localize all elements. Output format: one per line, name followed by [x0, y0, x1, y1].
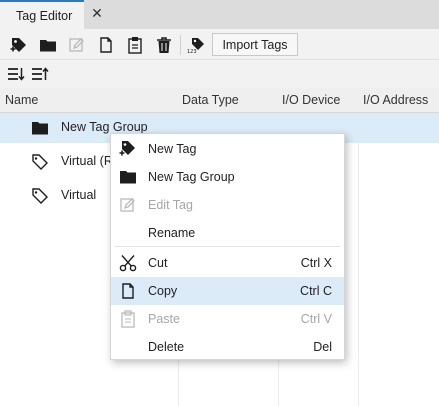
menu-item-delete[interactable]: Delete Del — [111, 333, 344, 361]
column-header-data-type[interactable]: Data Type — [182, 93, 239, 107]
menu-item-label: Delete — [148, 340, 185, 354]
toolbar: 123 Import Tags — [0, 29, 439, 60]
column-header-name[interactable]: Name — [5, 93, 38, 107]
menu-item-shortcut: Ctrl V — [300, 312, 332, 326]
menu-item-new-tag[interactable]: New Tag — [111, 135, 344, 163]
row-label: Virtual — [61, 188, 97, 202]
folder-icon — [120, 171, 136, 184]
menu-item-shortcut: Ctrl C — [300, 284, 332, 298]
menu-separator — [115, 246, 340, 247]
menu-item-new-tag-group[interactable]: New Tag Group — [111, 163, 344, 191]
import-tags-button[interactable]: Import Tags — [212, 33, 298, 56]
sort-ascending-icon — [32, 67, 49, 80]
column-header-io-address[interactable]: I/O Address — [363, 93, 428, 107]
menu-item-label: New Tag Group — [148, 170, 235, 184]
sort-ascending-button[interactable] — [29, 63, 51, 85]
delete-button[interactable] — [153, 34, 175, 56]
paste-icon — [121, 310, 135, 328]
edit-tag-button[interactable] — [66, 34, 88, 56]
row-label: New Tag Group — [61, 120, 148, 134]
import-tag-icon-button[interactable]: 123 — [185, 34, 207, 56]
add-tag-button[interactable] — [8, 34, 30, 56]
add-tag-icon — [119, 141, 135, 156]
new-group-button[interactable] — [37, 34, 59, 56]
tag-icon — [32, 188, 48, 204]
menu-item-shortcut: Del — [313, 340, 332, 354]
copy-icon — [122, 283, 134, 299]
sort-bar — [0, 60, 439, 88]
menu-item-rename[interactable]: Rename — [111, 219, 344, 247]
row-label: Virtual (R — [61, 154, 113, 168]
menu-item-copy[interactable]: Copy Ctrl C — [111, 277, 344, 305]
import-tag-icon: 123 — [187, 38, 204, 54]
menu-item-label: Edit Tag — [148, 198, 193, 212]
close-tab-icon[interactable]: ✕ — [89, 5, 105, 21]
folder-icon — [32, 122, 48, 135]
tab-strip: Tag Editor ✕ — [0, 0, 439, 29]
scissors-icon — [119, 255, 137, 272]
menu-item-shortcut: Ctrl X — [300, 256, 332, 270]
menu-item-label: Cut — [148, 256, 168, 270]
copy-icon — [100, 37, 112, 53]
menu-item-paste[interactable]: Paste Ctrl V — [111, 305, 344, 333]
svg-text:123: 123 — [187, 49, 197, 54]
tab-title: Tag Editor — [16, 8, 73, 23]
menu-item-label: Copy — [148, 284, 178, 298]
copy-button[interactable] — [95, 34, 117, 56]
menu-item-edit-tag[interactable]: Edit Tag — [111, 191, 344, 219]
paste-icon — [128, 37, 142, 54]
tag-editor-window: Tag Editor ✕ 123 Import Tags Name Data T… — [0, 0, 439, 406]
delete-icon — [157, 37, 171, 53]
tab-tag-editor[interactable]: Tag Editor — [0, 0, 84, 29]
tag-icon — [32, 154, 48, 170]
menu-item-label: Rename — [148, 226, 196, 240]
sort-descending-icon — [8, 68, 25, 81]
table-header: Name Data Type I/O Device I/O Address — [0, 88, 439, 113]
new-folder-icon — [40, 40, 56, 52]
edit-icon — [69, 38, 84, 52]
sort-descending-button[interactable] — [5, 63, 27, 85]
edit-icon — [120, 198, 135, 212]
menu-item-label: Paste — [148, 312, 180, 326]
toolbar-separator — [180, 35, 181, 55]
menu-item-cut[interactable]: Cut Ctrl X — [111, 249, 344, 277]
paste-button[interactable] — [124, 34, 146, 56]
context-menu: New Tag New Tag Group Edit Tag Rename Cu… — [110, 133, 345, 360]
menu-item-label: New Tag — [148, 142, 197, 156]
column-header-io-device[interactable]: I/O Device — [282, 93, 340, 107]
add-tag-icon — [10, 38, 26, 52]
